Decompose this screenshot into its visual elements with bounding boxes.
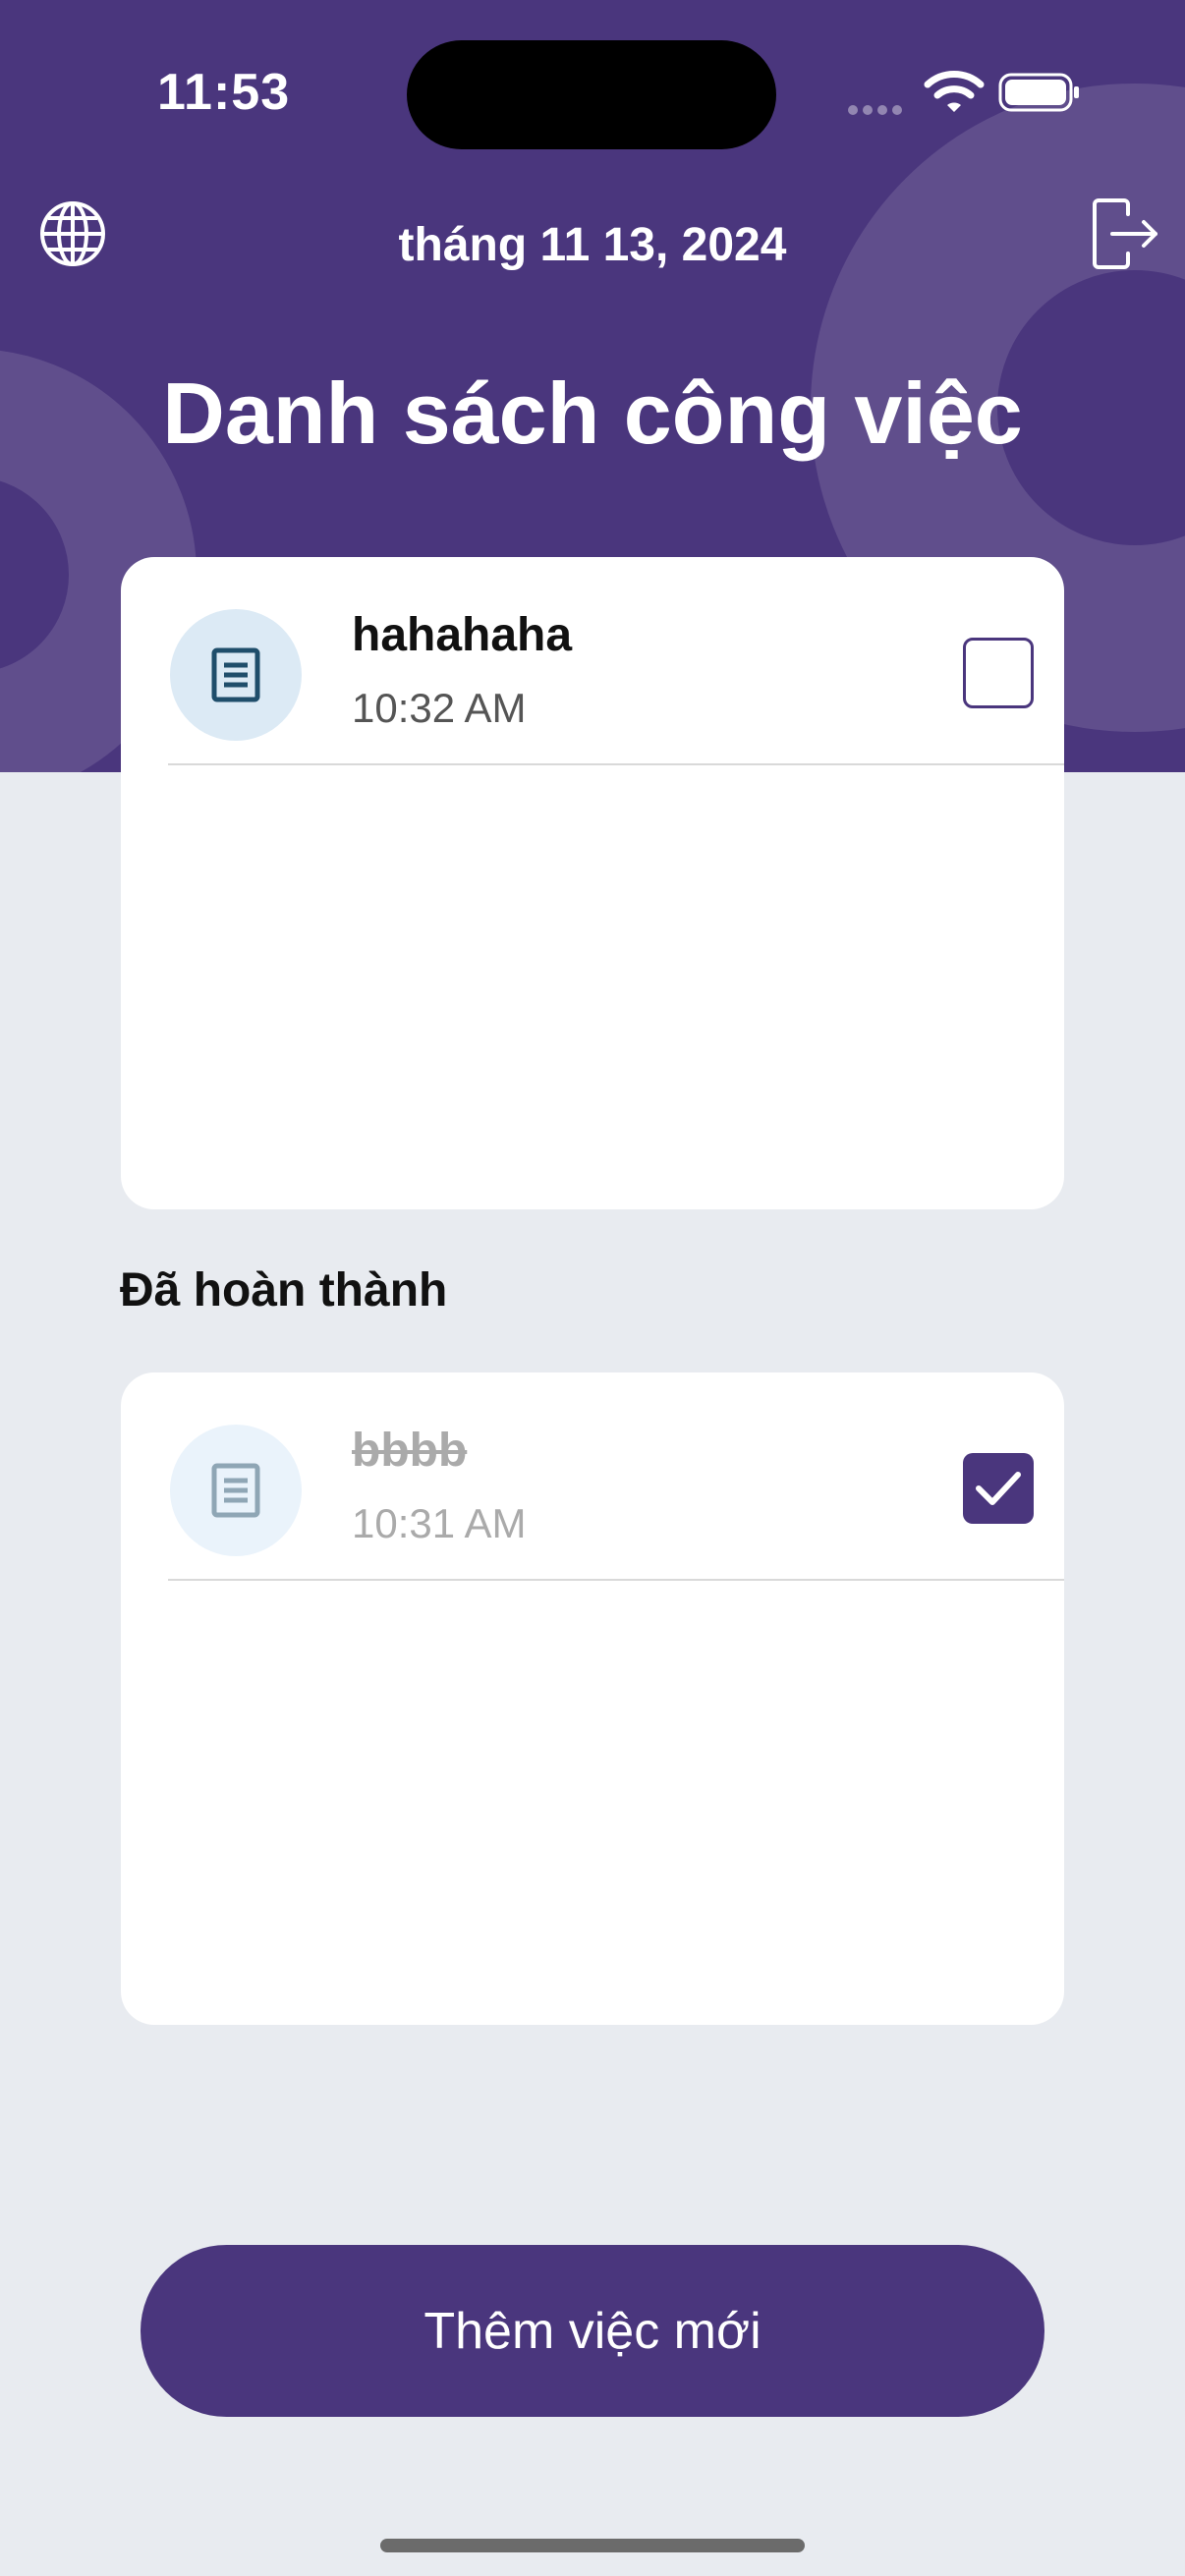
task-title: bbbb <box>352 1425 468 1477</box>
completed-section-heading: Đã hoàn thành <box>120 1264 448 1316</box>
battery-icon <box>998 73 1079 112</box>
completed-card: bbbb 10:31 AM <box>121 1372 1064 2025</box>
task-time: 10:32 AM <box>352 685 527 731</box>
task-time: 10:31 AM <box>352 1500 527 1546</box>
document-icon <box>211 647 260 702</box>
status-bar-time: 11:53 <box>157 64 291 121</box>
task-icon-badge <box>170 1425 302 1556</box>
todo-card: hahahaha 10:32 AM <box>121 557 1064 1209</box>
add-task-button[interactable]: Thêm việc mới <box>141 2245 1044 2417</box>
task-row[interactable]: bbbb 10:31 AM <box>121 1372 1064 1580</box>
cellular-signal-icon <box>848 102 907 115</box>
task-icon-badge <box>170 609 302 741</box>
task-checkbox[interactable] <box>963 1453 1034 1524</box>
wifi-icon <box>924 71 985 112</box>
logout-icon[interactable] <box>1091 196 1161 271</box>
checkmark-icon <box>976 1472 1021 1505</box>
current-date: tháng 11 13, 2024 <box>398 219 787 271</box>
task-checkbox[interactable] <box>963 638 1034 708</box>
home-indicator <box>380 2539 805 2552</box>
page-title: Danh sách công việc <box>162 364 1023 462</box>
dynamic-island <box>407 40 776 149</box>
document-icon <box>211 1463 260 1518</box>
divider <box>168 763 1064 765</box>
task-row[interactable]: hahahaha 10:32 AM <box>121 557 1064 764</box>
divider <box>168 1579 1064 1581</box>
task-title: hahahaha <box>352 609 573 661</box>
